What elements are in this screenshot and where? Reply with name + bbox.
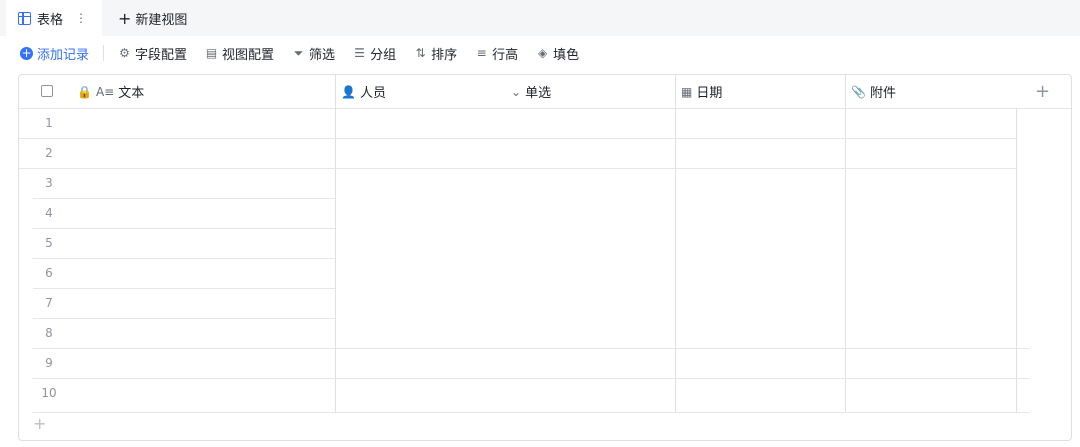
column-label: 文本 bbox=[118, 86, 145, 101]
attachment-icon: 📎 bbox=[851, 84, 866, 99]
data-grid: 🔒 A≡ 文本 👤 人员 ⌄ 单选 ▦ 日期 📎 附件 + 1 2 3 4 5 … bbox=[18, 74, 1072, 441]
new-view-button[interactable]: + 新建视图 bbox=[118, 0, 187, 36]
sort-button[interactable]: ⇅ 排序 bbox=[414, 36, 458, 70]
sort-label: 排序 bbox=[431, 47, 458, 63]
row-number: 9 bbox=[45, 356, 53, 370]
tab-label: 表格 bbox=[37, 12, 64, 28]
column-header-single-select[interactable]: ⌄ 单选 bbox=[511, 75, 551, 108]
row-number: 6 bbox=[45, 266, 53, 280]
single-select-icon: ⌄ bbox=[511, 84, 522, 99]
view-config-icon: ▤ bbox=[205, 45, 218, 60]
row-number: 3 bbox=[45, 176, 53, 190]
toolbar: + 添加记录 ⚙ 字段配置 ▤ 视图配置 ⏷ 筛选 ☰ 分组 ⇅ 排序 ≡ 行高 bbox=[0, 36, 1080, 70]
row-number: 7 bbox=[45, 296, 53, 310]
new-view-label: 新建视图 bbox=[135, 12, 188, 28]
column-label: 单选 bbox=[525, 86, 552, 101]
group-icon: ☰ bbox=[354, 45, 365, 60]
filter-label: 筛选 bbox=[309, 47, 336, 63]
table-icon bbox=[18, 11, 31, 25]
column-label: 人员 bbox=[359, 86, 386, 101]
row-height-button[interactable]: ≡ 行高 bbox=[475, 36, 519, 70]
add-record-button[interactable]: + 添加记录 bbox=[20, 36, 89, 70]
row-divider bbox=[33, 412, 1030, 413]
more-vertical-icon[interactable]: ⋮ bbox=[75, 11, 87, 25]
row-number: 10 bbox=[41, 386, 57, 400]
fill-color-label: 填色 bbox=[553, 47, 580, 63]
column-header-text[interactable]: 🔒 A≡ 文本 bbox=[77, 75, 144, 108]
column-label: 日期 bbox=[696, 86, 723, 101]
select-all-checkbox[interactable] bbox=[41, 85, 53, 97]
add-column-icon[interactable]: + bbox=[1035, 81, 1050, 102]
table-panel: + 添加记录 ⚙ 字段配置 ▤ 视图配置 ⏷ 筛选 ☰ 分组 ⇅ 排序 ≡ 行高 bbox=[0, 36, 1080, 447]
plus-icon: + bbox=[118, 8, 132, 28]
sort-icon: ⇅ bbox=[415, 45, 426, 60]
view-config-label: 视图配置 bbox=[222, 47, 275, 63]
row-height-icon: ≡ bbox=[476, 45, 487, 60]
fill-color-button[interactable]: ◈ 填色 bbox=[536, 36, 579, 70]
tab-table-view[interactable]: 表格 ⋮ bbox=[6, 0, 102, 36]
column-label: 附件 bbox=[869, 86, 896, 101]
column-header-person[interactable]: 👤 人员 bbox=[341, 75, 386, 108]
filter-button[interactable]: ⏷ 筛选 bbox=[292, 36, 335, 70]
lock-icon: 🔒 bbox=[77, 84, 92, 99]
row-divider bbox=[19, 138, 1016, 139]
add-row-icon[interactable]: + bbox=[33, 414, 46, 433]
field-config-button[interactable]: ⚙ 字段配置 bbox=[118, 36, 187, 70]
header-divider bbox=[19, 108, 1071, 109]
column-header-date[interactable]: ▦ 日期 bbox=[681, 75, 722, 108]
row-number: 2 bbox=[45, 146, 53, 160]
row-divider bbox=[19, 168, 1016, 169]
column-divider bbox=[845, 75, 846, 413]
group-label: 分组 bbox=[370, 47, 397, 63]
column-divider bbox=[335, 75, 336, 413]
toolbar-divider bbox=[103, 45, 105, 61]
add-circle-icon: + bbox=[20, 45, 33, 60]
row-number: 4 bbox=[45, 206, 53, 220]
filter-icon: ⏷ bbox=[293, 45, 304, 60]
person-icon: 👤 bbox=[341, 84, 356, 99]
view-config-button[interactable]: ▤ 视图配置 bbox=[205, 36, 274, 70]
add-record-label: 添加记录 bbox=[37, 47, 90, 63]
row-divider bbox=[33, 378, 1030, 379]
text-icon: A≡ bbox=[95, 84, 115, 99]
calendar-icon: ▦ bbox=[681, 84, 693, 99]
row-number: 5 bbox=[45, 236, 53, 250]
view-tab-bar: 表格 ⋮ + 新建视图 bbox=[0, 0, 1080, 36]
column-header-attachment[interactable]: 📎 附件 bbox=[851, 75, 896, 108]
row-number: 1 bbox=[45, 116, 53, 130]
field-config-label: 字段配置 bbox=[135, 47, 188, 63]
paint-bucket-icon: ◈ bbox=[537, 45, 548, 60]
row-divider bbox=[33, 348, 1030, 349]
column-divider bbox=[675, 75, 676, 413]
row-number: 8 bbox=[45, 326, 53, 340]
row-height-label: 行高 bbox=[492, 47, 519, 63]
group-button[interactable]: ☰ 分组 bbox=[353, 36, 396, 70]
gear-icon: ⚙ bbox=[119, 45, 130, 60]
column-divider bbox=[1016, 108, 1017, 413]
